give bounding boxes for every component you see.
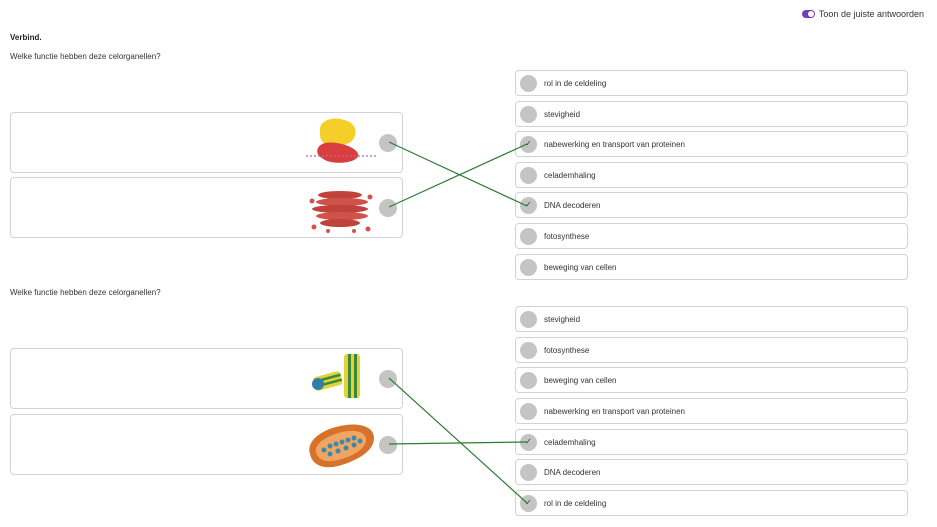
connector-line (388, 377, 528, 504)
answer-option[interactable]: rol in de celdeling (515, 70, 908, 96)
answer-radio[interactable] (520, 105, 537, 123)
centriole-connector-handle[interactable] (379, 370, 397, 388)
answer-label: nabewerking en transport van proteinen (544, 139, 685, 149)
answer-option[interactable]: celademhaling (515, 162, 908, 188)
organelle-card-golgi (10, 177, 403, 238)
toggle-switch[interactable] (801, 10, 815, 18)
answer-radio[interactable] (520, 258, 537, 276)
ribosome-image (306, 118, 376, 163)
answer-option[interactable]: fotosynthese (515, 337, 908, 363)
organelle-card-ribosome (10, 112, 403, 173)
answer-label: DNA decoderen (544, 467, 601, 477)
answer-radio-checked[interactable] (520, 196, 537, 214)
answer-label: nabewerking en transport van proteinen (544, 406, 685, 416)
answer-label: fotosynthese (544, 345, 590, 355)
organelle-card-mitochondrion (10, 414, 403, 475)
answer-option[interactable]: stevigheid (515, 101, 908, 127)
answer-label: celademhaling (544, 170, 596, 180)
connector-line (388, 141, 528, 207)
answer-option[interactable]: rol in de celdeling (515, 490, 908, 516)
answer-radio[interactable] (520, 310, 537, 328)
answer-option[interactable]: beweging van cellen (515, 254, 908, 280)
exercise-title: Verbind. (10, 33, 42, 42)
answer-radio[interactable] (520, 227, 537, 245)
answer-label: beweging van cellen (544, 375, 617, 385)
answer-radio[interactable] (520, 166, 537, 184)
answer-option[interactable]: celademhaling (515, 429, 908, 455)
answer-option[interactable]: DNA decoderen (515, 192, 908, 218)
answer-radio-checked[interactable] (520, 135, 537, 153)
mitochondrion-connector-handle[interactable] (379, 436, 397, 454)
question-2-prompt: Welke functie hebben deze celorganellen? (10, 288, 161, 297)
answer-label: stevigheid (544, 109, 581, 119)
answer-option[interactable]: DNA decoderen (515, 459, 908, 485)
answer-radio-checked[interactable] (520, 433, 537, 451)
toggle-label: Toon de juiste antwoorden (818, 9, 924, 19)
answer-label: rol in de celdeling (544, 78, 607, 88)
centriole-image (312, 354, 360, 398)
answer-radio-checked[interactable] (520, 494, 537, 512)
golgi-image (309, 191, 373, 233)
golgi-connector-handle[interactable] (379, 199, 397, 217)
answer-option[interactable]: fotosynthese (515, 223, 908, 249)
show-answers-toggle[interactable]: Toon de juiste antwoorden (801, 9, 924, 19)
answer-option[interactable]: beweging van cellen (515, 367, 908, 393)
answer-label: DNA decoderen (544, 200, 601, 210)
answer-option[interactable]: nabewerking en transport van proteinen (515, 398, 908, 424)
answer-radio[interactable] (520, 371, 537, 389)
answer-option[interactable]: stevigheid (515, 306, 908, 332)
question-1-prompt: Welke functie hebben deze celorganellen? (10, 52, 161, 61)
answer-label: fotosynthese (544, 231, 590, 241)
answer-label: beweging van cellen (544, 262, 617, 272)
answer-option[interactable]: nabewerking en transport van proteinen (515, 131, 908, 157)
answer-radio[interactable] (520, 402, 537, 420)
mitochondrion-image (309, 424, 374, 468)
answer-radio[interactable] (520, 341, 537, 359)
answer-radio[interactable] (520, 74, 537, 92)
answer-radio[interactable] (520, 463, 537, 481)
answer-label: rol in de celdeling (544, 498, 607, 508)
connector-line (388, 143, 528, 208)
connector-line (388, 441, 528, 445)
ribosome-connector-handle[interactable] (379, 134, 397, 152)
organelle-card-centriole (10, 348, 403, 409)
answer-label: celademhaling (544, 437, 596, 447)
answer-label: stevigheid (544, 314, 581, 324)
